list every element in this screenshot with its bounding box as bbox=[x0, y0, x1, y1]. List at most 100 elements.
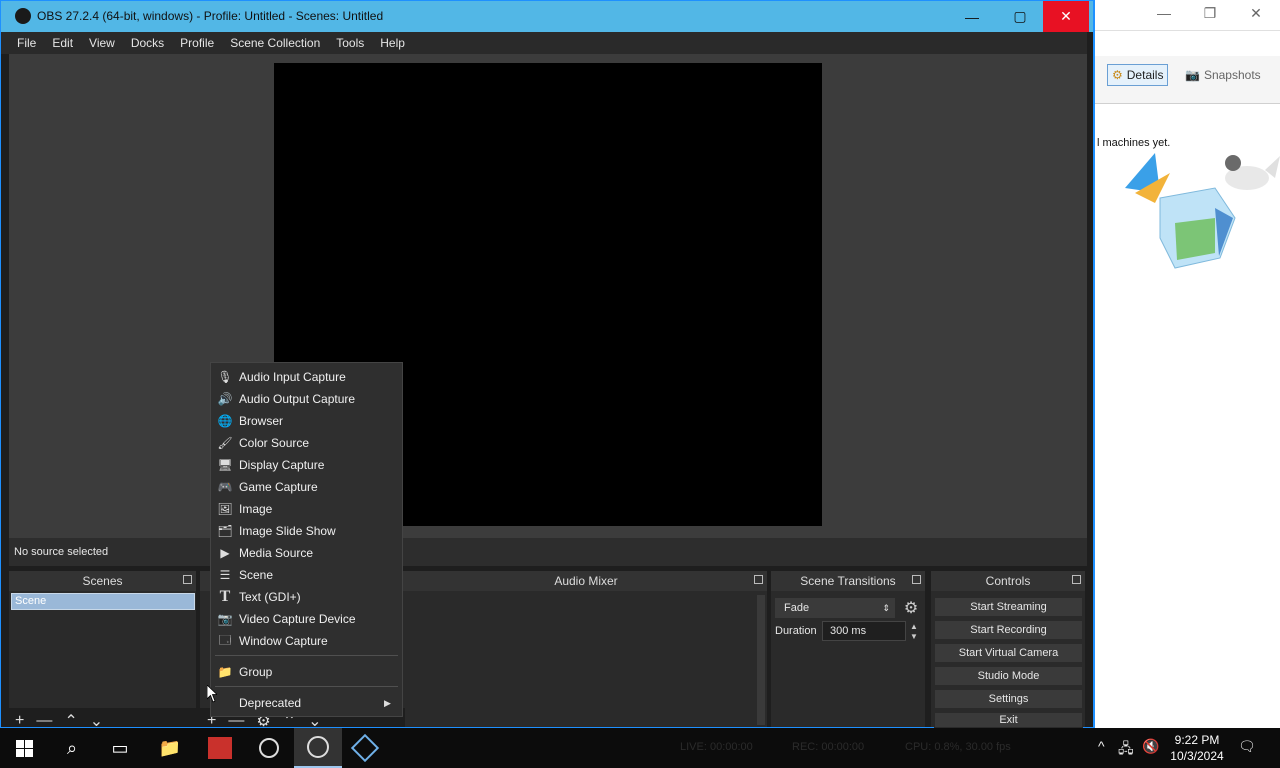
menu-item-window-capture[interactable]: 🗔 Window Capture bbox=[211, 630, 402, 652]
start-recording-button[interactable]: Start Recording bbox=[934, 620, 1083, 640]
menu-item-audio-output-capture[interactable]: 🔊 Audio Output Capture bbox=[211, 388, 402, 410]
list-item[interactable]: Scene bbox=[11, 593, 195, 610]
file-explorer-icon[interactable]: 📁 bbox=[146, 728, 194, 768]
filezilla-icon[interactable] bbox=[196, 728, 244, 768]
menu-item-label: Video Capture Device bbox=[239, 612, 356, 626]
window-icon: 🗔 bbox=[218, 632, 232, 647]
transition-select[interactable]: Fade ⇕ bbox=[775, 598, 895, 618]
menu-profile[interactable]: Profile bbox=[172, 32, 222, 54]
menu-tools[interactable]: Tools bbox=[328, 32, 372, 54]
menu-item-label: Display Capture bbox=[239, 458, 325, 472]
minimize-button[interactable]: — bbox=[949, 1, 995, 32]
microphone-icon: 🎙 bbox=[217, 370, 233, 384]
ghost-rec-status: REC: 00:00:00 bbox=[792, 741, 865, 753]
camera-icon: 📷 bbox=[217, 612, 233, 626]
menu-item-label: Audio Output Capture bbox=[239, 392, 356, 406]
globe-icon: 🌐 bbox=[217, 414, 233, 428]
virtualbox-taskbar-icon[interactable] bbox=[341, 728, 389, 768]
menu-item-label: Browser bbox=[239, 414, 284, 428]
list-icon: ☰ bbox=[219, 568, 231, 582]
menu-item-media-source[interactable]: ▶ Media Source bbox=[211, 542, 402, 564]
undock-icon[interactable] bbox=[754, 575, 763, 584]
scene-transitions-title: Scene Transitions bbox=[800, 574, 896, 588]
duration-down-icon[interactable]: ▼ bbox=[907, 631, 921, 641]
undock-icon[interactable] bbox=[183, 575, 192, 584]
notification-icon[interactable]: 🗨 bbox=[1238, 738, 1256, 755]
menu-item-group[interactable]: 📁 Group bbox=[211, 661, 402, 683]
start-button[interactable] bbox=[0, 728, 48, 768]
menu-item-image[interactable]: 🖼 Image bbox=[211, 498, 402, 520]
system-clock[interactable]: 9:22 PM 10/3/2024 bbox=[1164, 732, 1230, 764]
undock-icon[interactable] bbox=[1072, 575, 1081, 584]
studio-mode-button[interactable]: Studio Mode bbox=[934, 666, 1083, 686]
vbox-close-button[interactable]: ✕ bbox=[1233, 0, 1279, 26]
duration-field[interactable]: 300 ms bbox=[822, 621, 906, 641]
start-virtual-camera-button[interactable]: Start Virtual Camera bbox=[934, 643, 1083, 663]
exit-button[interactable]: Exit bbox=[934, 712, 1083, 728]
windows-logo-icon bbox=[15, 739, 33, 757]
vbox-toolbar: ⚙ Details 📷 Snapshots bbox=[1095, 56, 1280, 104]
task-view-icon[interactable]: ▭ bbox=[96, 728, 144, 768]
menu-help[interactable]: Help bbox=[372, 32, 413, 54]
duration-up-icon[interactable]: ▲ bbox=[907, 621, 921, 631]
menu-item-label: Color Source bbox=[239, 436, 310, 450]
vbox-restore-button[interactable]: ❐ bbox=[1187, 0, 1233, 26]
ghost-live-status: LIVE: 00:00:00 bbox=[680, 741, 753, 753]
menu-item-label: Audio Input Capture bbox=[239, 370, 346, 384]
menu-docks[interactable]: Docks bbox=[123, 32, 172, 54]
monitor-icon: 🖥 bbox=[217, 458, 233, 472]
menu-item-video-capture-device[interactable]: 📷 Video Capture Device bbox=[211, 608, 402, 630]
menu-item-label: Deprecated bbox=[239, 696, 302, 710]
close-button[interactable]: ✕ bbox=[1043, 1, 1089, 32]
scenes-list: Scene bbox=[9, 591, 196, 708]
virtualbox-titlebar: — ❐ ✕ bbox=[1095, 0, 1280, 31]
scenes-dock-header: Scenes bbox=[9, 571, 196, 591]
menu-item-color-source[interactable]: 🖌 Color Source bbox=[211, 432, 402, 454]
menu-item-label: Group bbox=[239, 665, 273, 679]
wordpress-icon[interactable] bbox=[245, 728, 293, 768]
tab-snapshots-label: Snapshots bbox=[1203, 68, 1261, 82]
tab-details[interactable]: ⚙ Details bbox=[1107, 64, 1169, 86]
text-icon: T bbox=[219, 588, 231, 605]
search-icon[interactable]: ⌕ bbox=[48, 728, 96, 768]
menu-item-label: Window Capture bbox=[239, 634, 328, 648]
menu-item-game-capture[interactable]: 🎮 Game Capture bbox=[211, 476, 402, 498]
tab-details-label: Details bbox=[1126, 68, 1164, 82]
menu-item-audio-input-capture[interactable]: 🎙 Audio Input Capture bbox=[211, 366, 402, 388]
camera-icon: 📷 bbox=[1185, 68, 1200, 82]
virtualbox-window: — ❐ ✕ ⚙ Details 📷 Snapshots l machines y… bbox=[1094, 0, 1280, 728]
menu-item-scene[interactable]: ☰ Scene bbox=[211, 564, 402, 586]
tab-snapshots[interactable]: 📷 Snapshots bbox=[1181, 64, 1265, 86]
obs-taskbar-icon[interactable] bbox=[294, 728, 342, 768]
menu-item-label: Text (GDI+) bbox=[239, 590, 301, 604]
scene-transitions-dock-header: Scene Transitions bbox=[771, 571, 925, 591]
network-icon[interactable]: 🖧 bbox=[1118, 738, 1134, 762]
menu-edit[interactable]: Edit bbox=[44, 32, 81, 54]
menu-item-text-gdi[interactable]: T Text (GDI+) bbox=[211, 586, 402, 608]
menu-item-display-capture[interactable]: 🖥 Display Capture bbox=[211, 454, 402, 476]
chevron-updown-icon: ⇕ bbox=[882, 603, 890, 613]
source-status-text: No source selected bbox=[14, 546, 109, 558]
ghost-cpu-status: CPU: 0.8%, 30.00 fps bbox=[905, 741, 1011, 753]
preview-area bbox=[9, 54, 1087, 538]
undock-icon[interactable] bbox=[912, 575, 921, 584]
taskbar: ⌕ ▭ 📁 LIVE: 00:00:00 REC: 00:00:00 CPU: … bbox=[0, 728, 1280, 768]
menu-item-browser[interactable]: 🌐 Browser bbox=[211, 410, 402, 432]
start-streaming-button[interactable]: Start Streaming bbox=[934, 597, 1083, 617]
chevron-up-icon[interactable]: ^ bbox=[1098, 738, 1105, 754]
menu-view[interactable]: View bbox=[81, 32, 123, 54]
audio-mixer-scrollbar[interactable] bbox=[757, 595, 765, 725]
menu-item-image-slide-show[interactable]: 🗂 Image Slide Show bbox=[211, 520, 402, 542]
settings-button[interactable]: Settings bbox=[934, 689, 1083, 709]
add-source-context-menu: 🎙 Audio Input Capture 🔊 Audio Output Cap… bbox=[210, 362, 403, 717]
speaker-muted-icon[interactable]: 🔇 bbox=[1142, 738, 1159, 755]
transition-properties-gear-icon[interactable]: ⚙ bbox=[901, 598, 921, 618]
menu-item-deprecated[interactable]: Deprecated ▶ bbox=[211, 692, 402, 714]
menu-scene-collection[interactable]: Scene Collection bbox=[222, 32, 328, 54]
menu-file[interactable]: File bbox=[9, 32, 44, 54]
maximize-button[interactable]: ▢ bbox=[997, 1, 1043, 32]
vbox-minimize-button[interactable]: — bbox=[1141, 0, 1187, 26]
menu-item-label: Image bbox=[239, 502, 273, 516]
menu-separator bbox=[215, 686, 398, 687]
gamepad-icon: 🎮 bbox=[217, 480, 233, 494]
